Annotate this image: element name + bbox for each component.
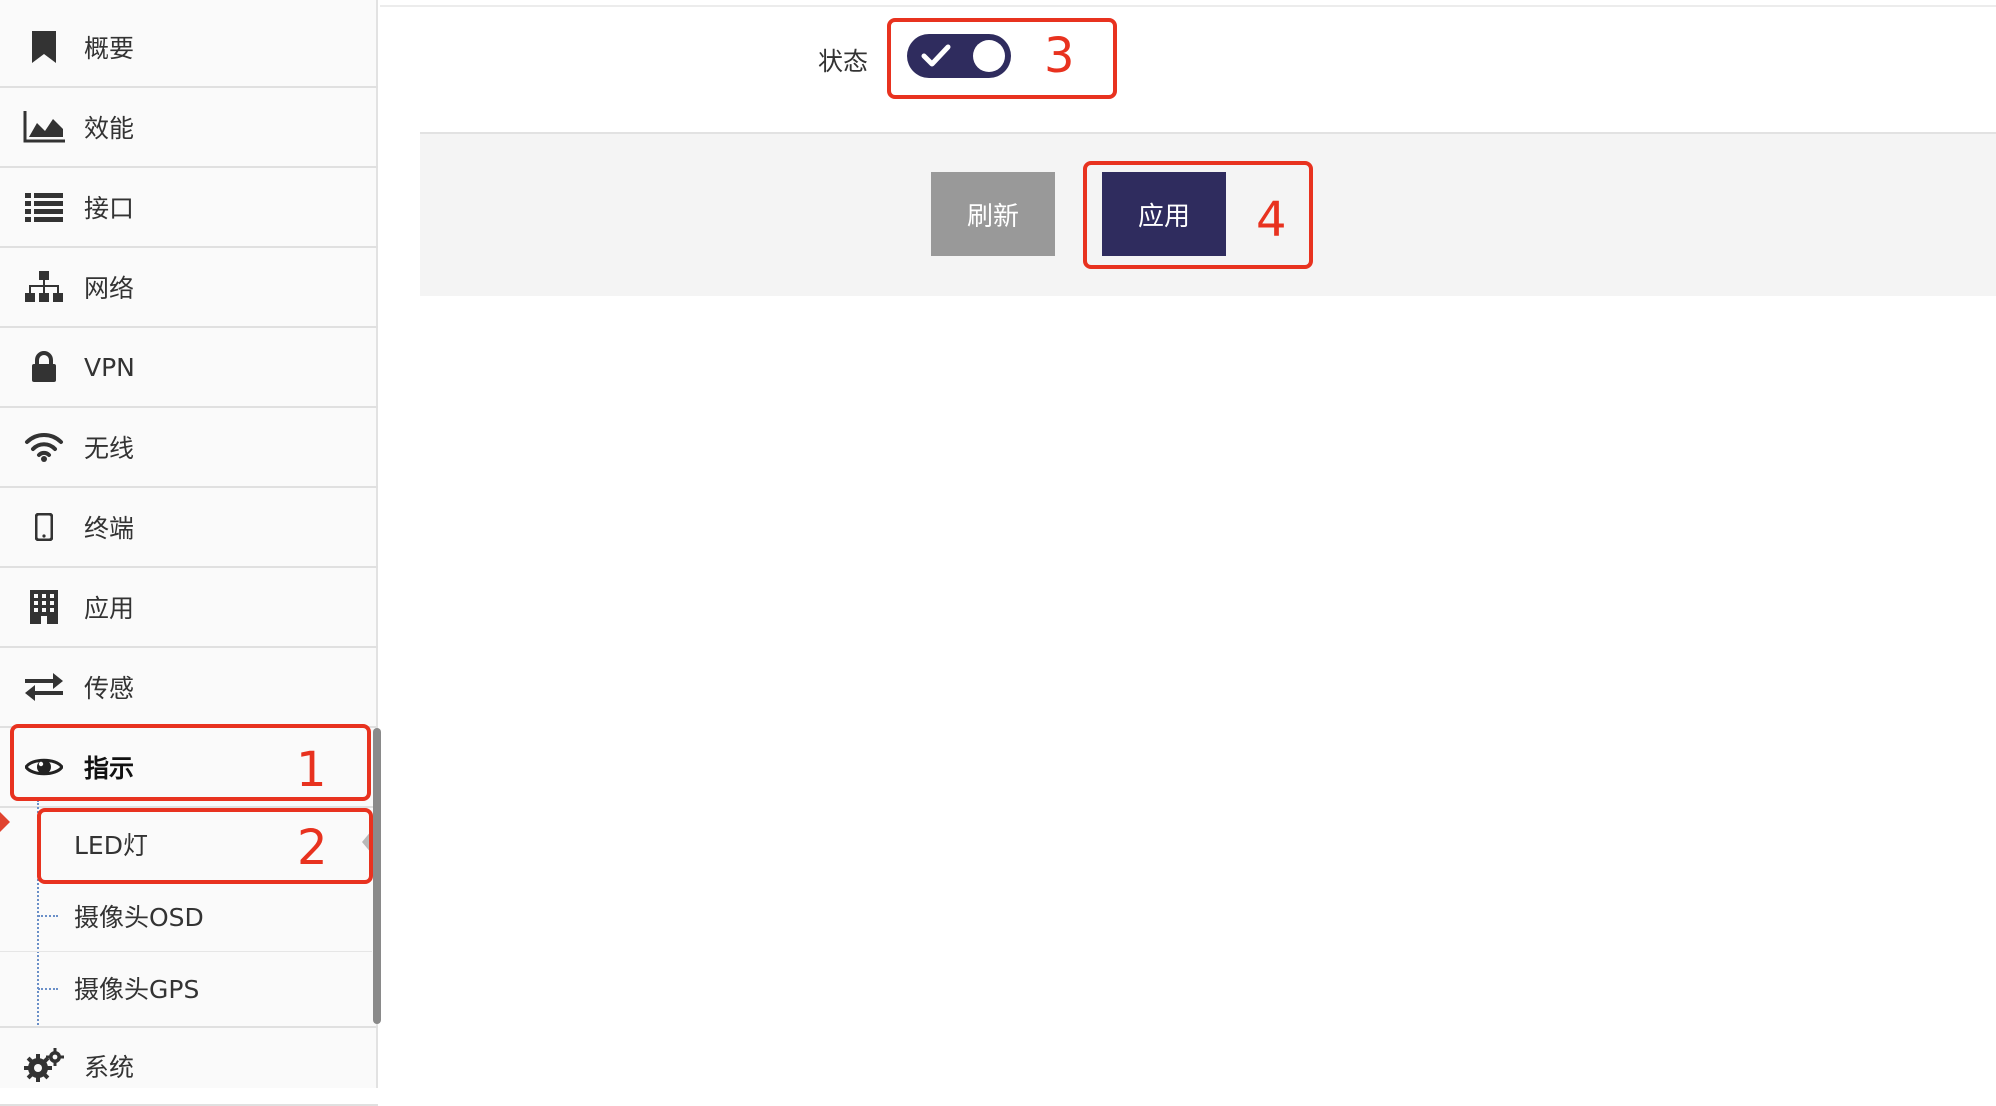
sidebar-item-label: 接口 <box>84 194 135 223</box>
annotation-number-1: 1 <box>296 742 327 798</box>
sidebar-item-vpn[interactable]: VPN <box>0 328 378 408</box>
sidebar-item-system[interactable]: 系统 <box>0 1026 378 1106</box>
sidebar-subitem-label: 摄像头OSD <box>74 902 204 932</box>
mobile-icon <box>22 505 66 549</box>
sidebar-subitem-label: 摄像头GPS <box>74 975 200 1004</box>
sidebar-item-label: 无线 <box>84 434 135 463</box>
annotation-number-4: 4 <box>1256 192 1287 248</box>
sidebar-scrollbar[interactable] <box>373 728 381 1024</box>
building-icon <box>22 585 66 629</box>
sidebar-item-label: 网络 <box>84 274 135 303</box>
sidebar-item-label: 应用 <box>84 594 135 623</box>
sidebar-item-application[interactable]: 应用 <box>0 568 378 648</box>
sidebar-subitem-camera-gps[interactable]: 摄像头GPS <box>0 952 372 1024</box>
cogs-icon <box>22 1044 66 1088</box>
exchange-icon <box>22 665 66 709</box>
wifi-icon <box>22 425 66 469</box>
sidebar-item-interface[interactable]: 接口 <box>0 168 378 248</box>
annotation-box-3 <box>887 18 1117 99</box>
sidebar: 概要 效能 接口 网络 VPN 无线 终端 应用 传感 指示 LED灯 摄像头O… <box>0 0 381 1106</box>
sidebar-item-network[interactable]: 网络 <box>0 248 378 328</box>
list-icon <box>22 185 66 229</box>
bookmark-icon <box>22 25 66 69</box>
annotation-number-3: 3 <box>1044 28 1075 84</box>
sidebar-item-label: VPN <box>84 352 135 382</box>
lock-icon <box>22 345 66 389</box>
sidebar-item-label: 效能 <box>84 114 135 143</box>
status-label: 状态 <box>818 47 869 76</box>
sidebar-item-overview[interactable]: 概要 <box>0 8 378 88</box>
content-top-divider <box>380 5 1996 7</box>
sitemap-icon <box>22 265 66 309</box>
sidebar-item-wireless[interactable]: 无线 <box>0 408 378 488</box>
area-chart-icon <box>22 105 66 149</box>
sidebar-item-label: 终端 <box>84 514 135 543</box>
sidebar-item-performance[interactable]: 效能 <box>0 88 378 168</box>
sidebar-item-label: 概要 <box>84 34 135 63</box>
sidebar-subitem-camera-osd[interactable]: 摄像头OSD <box>0 880 372 952</box>
sidebar-item-label: 传感 <box>84 674 135 703</box>
refresh-button[interactable]: 刷新 <box>931 172 1055 256</box>
sidebar-item-sensor[interactable]: 传感 <box>0 648 378 728</box>
annotation-number-2: 2 <box>297 820 328 876</box>
sidebar-item-label: 系统 <box>84 1053 135 1082</box>
sidebar-item-terminal[interactable]: 终端 <box>0 488 378 568</box>
